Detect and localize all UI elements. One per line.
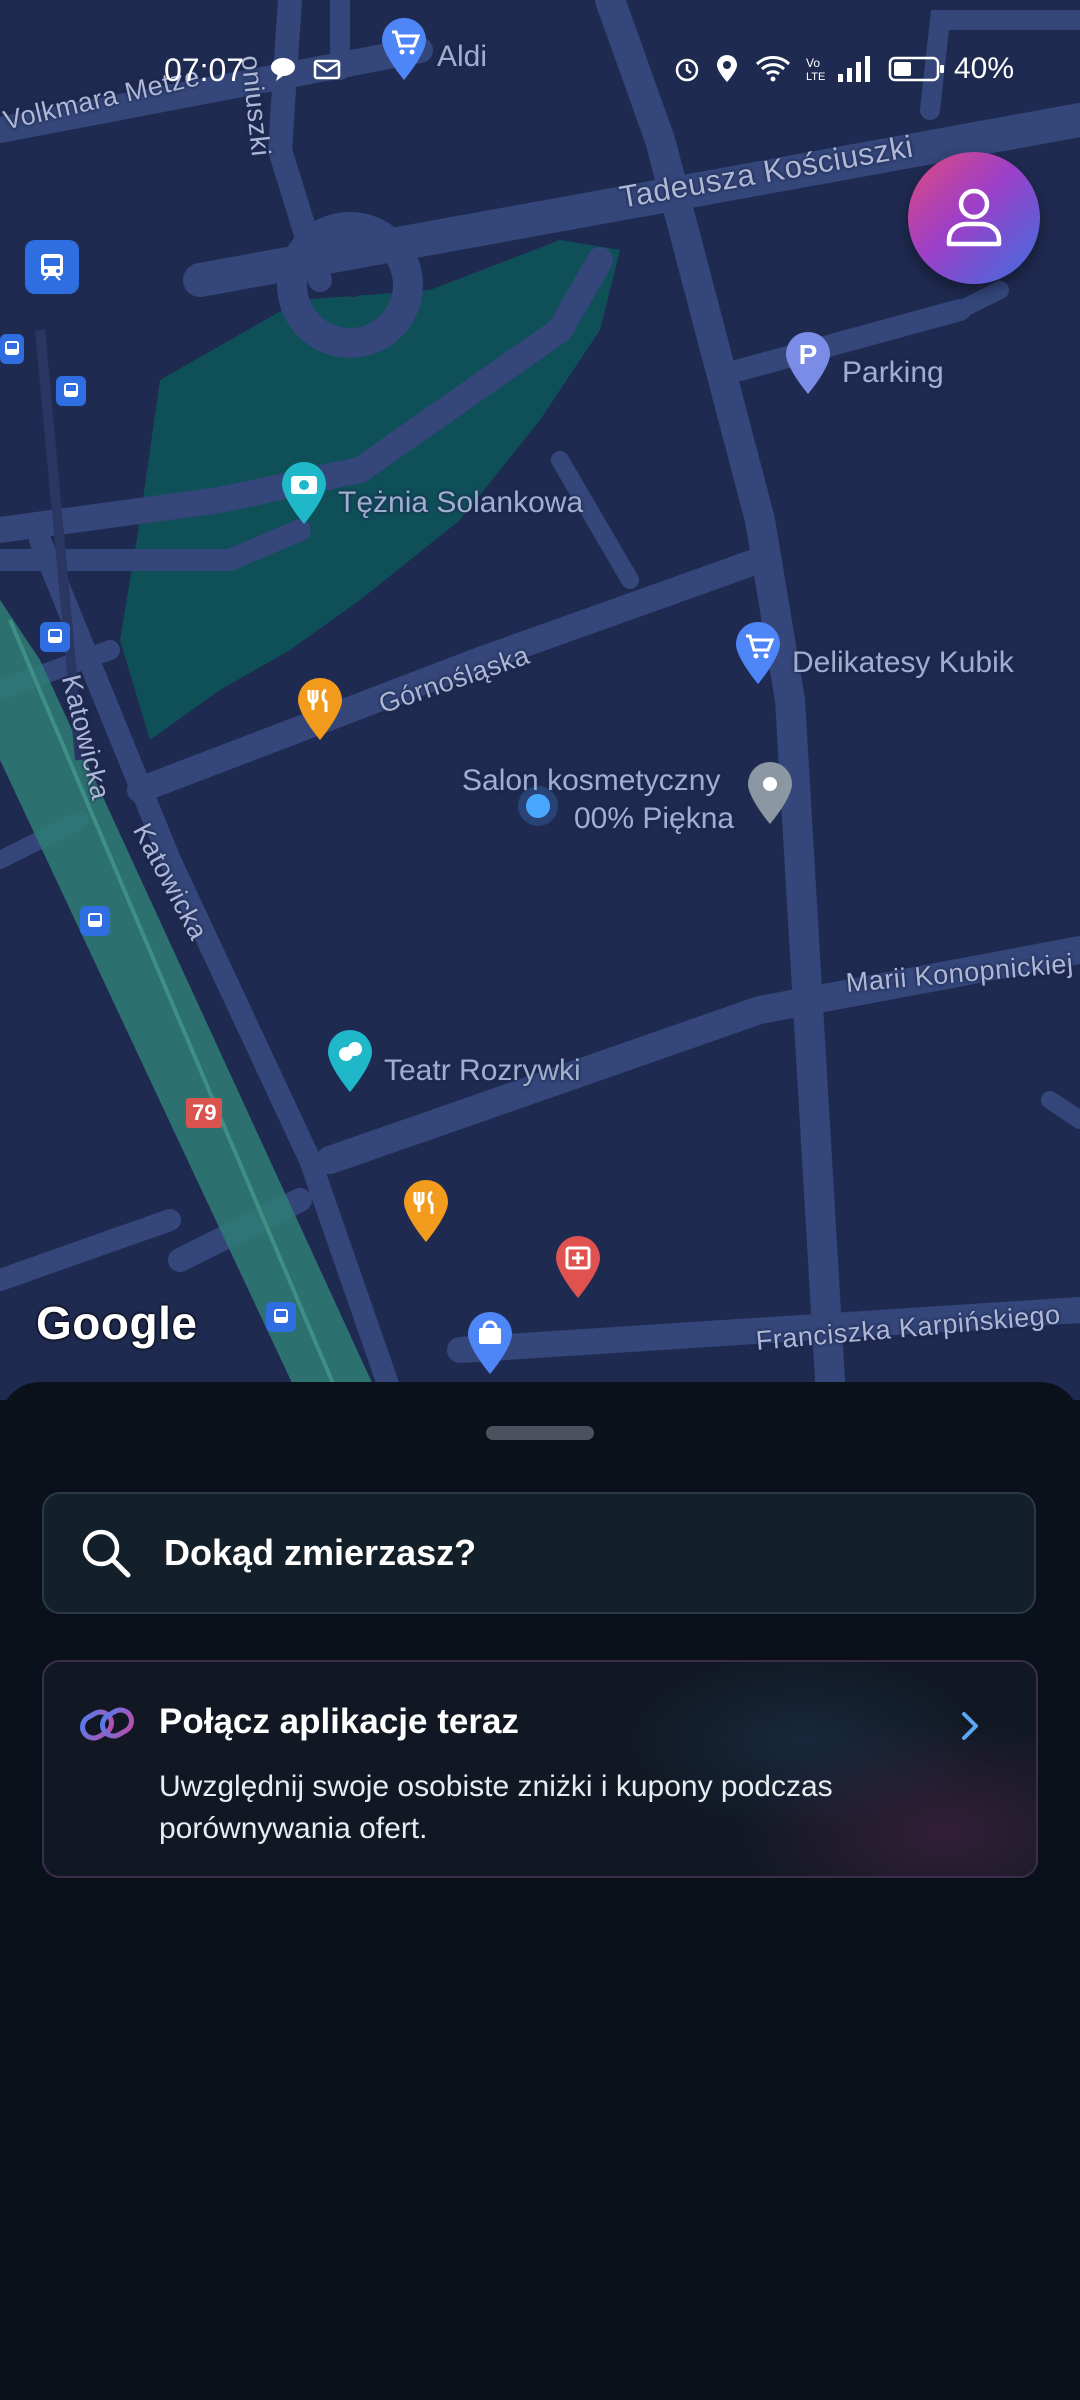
google-logo: Google [36, 1297, 198, 1349]
battery-icon [888, 54, 946, 89]
theater-pin[interactable] [326, 1030, 374, 1094]
poi-label[interactable]: Salon kosmetyczny [462, 764, 720, 798]
current-location-dot [518, 786, 558, 826]
signal-icon [836, 54, 876, 89]
wifi-icon [754, 54, 792, 89]
tram-stop-icon[interactable] [0, 334, 24, 364]
bottom-sheet[interactable]: Dokąd zmierzasz? Połącz aplikacje teraz … [0, 1382, 1080, 2400]
destination-search-field[interactable]: Dokąd zmierzasz? [42, 1492, 1036, 1614]
link-icon [78, 1700, 136, 1748]
search-icon [78, 1525, 134, 1581]
poi-label[interactable]: Tężnia Solankowa [338, 486, 583, 520]
status-time: 07:07 [164, 52, 245, 88]
chat-bubble-icon [268, 54, 298, 89]
bus-stop-icon[interactable] [80, 906, 110, 936]
svg-text:P: P [799, 339, 818, 370]
tram-station-icon[interactable] [25, 240, 79, 294]
camera-pin[interactable] [280, 462, 328, 526]
promo-description: Uwzględnij swoje osobiste zniżki i kupon… [159, 1770, 833, 1845]
location-icon [714, 54, 740, 89]
bus-stop-icon[interactable] [56, 376, 86, 406]
poi-label[interactable]: Parking [842, 356, 944, 390]
route-number-badge: 79 [186, 1098, 223, 1128]
svg-text:LTE: LTE [806, 71, 825, 83]
search-placeholder: Dokąd zmierzasz? [164, 1532, 477, 1573]
svg-text:Vo: Vo [806, 56, 820, 70]
battery-percent: 40% [954, 52, 1015, 85]
poi-label[interactable]: Teatr Rozrywki [384, 1054, 581, 1088]
grocery-pin[interactable] [734, 622, 782, 686]
connect-apps-card[interactable]: Połącz aplikacje teraz Uwzględnij swoje … [42, 1660, 1038, 1878]
salon-pin[interactable] [746, 762, 794, 826]
chevron-right-icon[interactable] [956, 1706, 984, 1751]
poi-label[interactable]: 00% Piękna [574, 802, 734, 836]
promo-title: Połącz aplikacje teraz [159, 1702, 519, 1741]
user-icon [944, 184, 1004, 253]
shopping-bag-pin[interactable] [466, 1312, 514, 1376]
restaurant-pin[interactable] [296, 678, 344, 742]
bus-stop-icon[interactable] [266, 1302, 296, 1332]
volte-icon: Vo LTE [804, 54, 826, 89]
poi-label[interactable]: Delikatesy Kubik [792, 646, 1014, 680]
profile-button[interactable] [908, 152, 1040, 284]
alarm-icon [672, 54, 702, 89]
status-bar: 07:07 Vo LTE 40% [0, 0, 1080, 140]
mail-icon [312, 54, 342, 89]
sheet-drag-handle[interactable] [486, 1426, 594, 1440]
parking-pin[interactable]: P [784, 332, 832, 396]
hospital-pin[interactable] [554, 1236, 602, 1300]
restaurant-pin[interactable] [402, 1180, 450, 1244]
tram-stop-icon[interactable] [40, 622, 70, 652]
